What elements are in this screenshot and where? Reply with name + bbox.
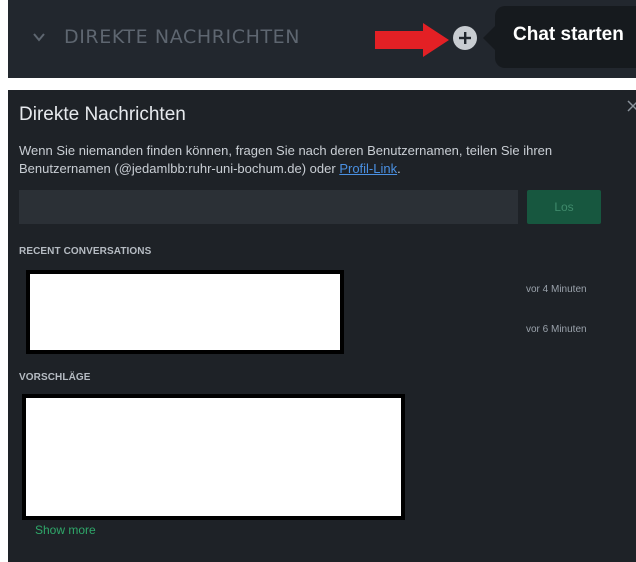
start-chat-tooltip: Chat starten bbox=[483, 6, 636, 68]
help-text-end: . bbox=[397, 161, 401, 176]
close-icon[interactable] bbox=[625, 98, 636, 114]
tooltip-pointer bbox=[483, 26, 495, 50]
redacted-suggestions-list bbox=[22, 394, 405, 520]
dialog-title: Direkte Nachrichten bbox=[19, 104, 186, 125]
conversation-time-1: vor 4 Minuten bbox=[526, 284, 587, 295]
chevron-down-icon[interactable] bbox=[32, 30, 46, 44]
start-chat-button[interactable] bbox=[453, 26, 477, 50]
dm-section-header[interactable]: DIREKTE NACHRICHTEN bbox=[32, 22, 300, 52]
profile-link[interactable]: Profil-Link bbox=[339, 161, 397, 176]
go-button[interactable]: Los bbox=[527, 190, 601, 224]
spacer bbox=[8, 78, 636, 90]
show-more-link[interactable]: Show more bbox=[35, 523, 96, 537]
plus-icon bbox=[459, 32, 471, 44]
help-text-main: Wenn Sie niemanden finden können, fragen… bbox=[19, 143, 553, 176]
redacted-conversation-list bbox=[26, 270, 344, 354]
direct-messages-dialog: Direkte Nachrichten Wenn Sie niemanden f… bbox=[8, 90, 636, 562]
room-list-header-strip: DIREKTE NACHRICHTEN Chat starten bbox=[8, 0, 636, 78]
suggestions-heading: VORSCHLÄGE bbox=[19, 372, 91, 383]
dm-section-label: DIREKTE NACHRICHTEN bbox=[64, 26, 301, 48]
red-arrow-icon bbox=[375, 23, 449, 57]
recent-conversations-heading: RECENT CONVERSATIONS bbox=[19, 246, 152, 257]
user-search-input[interactable] bbox=[19, 190, 518, 224]
conversation-time-2: vor 6 Minuten bbox=[526, 324, 587, 335]
tooltip-text: Chat starten bbox=[513, 24, 624, 45]
help-text: Wenn Sie niemanden finden können, fragen… bbox=[19, 142, 599, 178]
